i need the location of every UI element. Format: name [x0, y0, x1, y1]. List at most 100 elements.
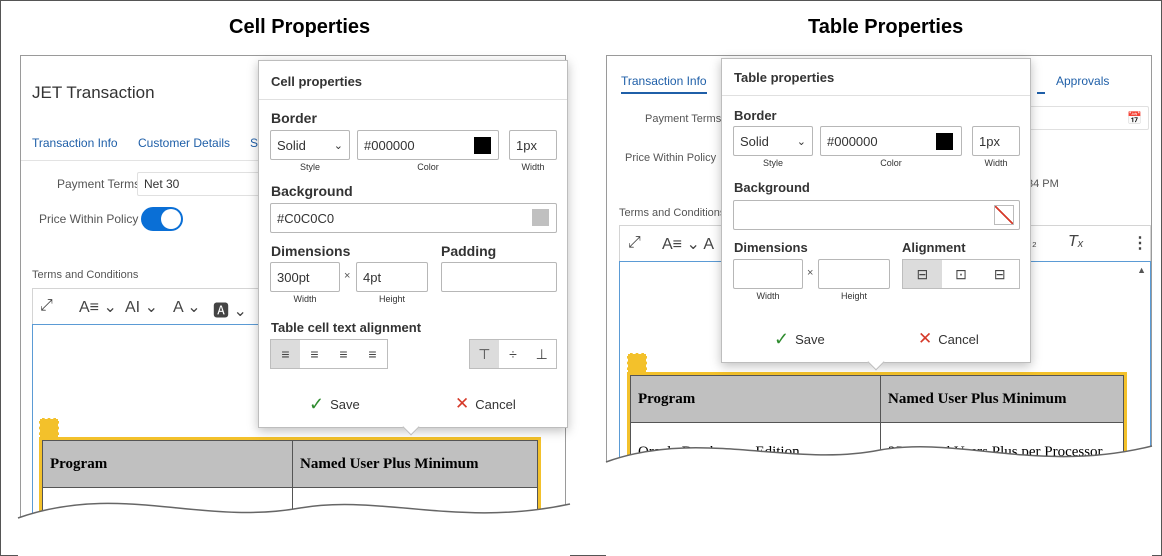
align-middle-icon[interactable]: ÷ — [499, 340, 528, 368]
align-right-icon[interactable]: ≡ — [329, 340, 358, 368]
heading-cell-properties: Cell Properties — [229, 16, 371, 38]
table-resize-handle[interactable] — [627, 353, 647, 373]
align-bottom-icon[interactable]: ⊥ — [527, 340, 556, 368]
date-field[interactable]: 📅 — [1017, 106, 1149, 130]
save-button[interactable]: ✓ Save — [774, 329, 825, 350]
background-label: Background — [734, 180, 810, 195]
border-style-select[interactable]: Solid ⌄ — [733, 126, 813, 156]
border-width-input[interactable]: 1px — [972, 126, 1020, 156]
font-family-icon[interactable]: AI ⌄ — [125, 297, 158, 317]
dim-width-caption: Width — [293, 294, 317, 304]
border-width-input[interactable]: 1px — [509, 130, 557, 160]
close-icon: ✕ — [918, 329, 933, 348]
chevron-down-icon: ⌄ — [796, 135, 806, 148]
dim-height-caption: Height — [378, 294, 405, 304]
vertical-align-group: ⊤ ÷ ⊥ — [469, 339, 557, 369]
align-top-icon[interactable]: ⊤ — [470, 340, 499, 368]
toggle-knob — [161, 209, 181, 229]
cancel-button[interactable]: ✕ Cancel — [455, 394, 516, 414]
chevron-down-icon: ⌄ — [333, 139, 343, 152]
highlight-color-icon[interactable]: 🅰 ⌄ — [213, 297, 247, 321]
left-torn-edge — [17, 502, 571, 556]
color-caption: Color — [417, 162, 439, 172]
horizontal-align-group: ≡ ≡ ≡ ≡ — [270, 339, 388, 369]
payment-terms-field[interactable]: Net 30 — [137, 172, 267, 196]
time-fragment: 34 PM — [1027, 178, 1059, 190]
dimension-width-input[interactable]: 300pt — [270, 262, 340, 292]
popup-title: Table properties — [734, 70, 835, 85]
price-within-policy-label: Price Within Policy — [39, 212, 139, 226]
dimensions-label: Dimensions — [734, 240, 808, 255]
align-justify-icon[interactable]: ≡ — [358, 340, 387, 368]
expand-icon[interactable]: ⤢ — [40, 297, 53, 315]
table-header-nup[interactable]: Named User Plus Minimum — [880, 375, 1124, 423]
dim-height-caption: Height — [840, 291, 867, 301]
border-color-swatch[interactable] — [474, 137, 491, 154]
dimension-height-input[interactable]: 4pt — [356, 262, 428, 292]
right-torn-edge — [605, 445, 1153, 556]
background-color-swatch[interactable] — [532, 209, 549, 226]
color-caption: Color — [880, 158, 902, 168]
expand-icon[interactable]: ⤢ — [628, 234, 641, 252]
table-header-program[interactable]: Program — [630, 375, 881, 423]
table-properties-popup: Table properties Border Solid ⌄ Style #0… — [721, 58, 1031, 371]
times-sign: × — [344, 270, 351, 282]
check-icon: ✓ — [309, 394, 325, 414]
save-label: Save — [795, 332, 825, 347]
dim-width-caption: Width — [756, 291, 780, 301]
background-color-input[interactable] — [733, 200, 1020, 230]
table-alignment-group: ⊟ ⊡ ⊟ — [902, 259, 1020, 289]
more-options-icon[interactable]: ⋮ — [1132, 233, 1148, 253]
price-within-policy-label: Price Within Policy — [625, 152, 717, 164]
payment-terms-label: Payment Terms — [645, 113, 722, 125]
tab-approvals[interactable]: Approvals — [1056, 74, 1109, 88]
border-style-select[interactable]: Solid ⌄ — [270, 130, 350, 160]
no-color-swatch-icon[interactable] — [994, 205, 1014, 225]
background-label: Background — [271, 183, 353, 199]
cancel-button[interactable]: ✕ Cancel — [918, 329, 979, 349]
clear-format-icon[interactable]: Tₓ — [1068, 233, 1084, 251]
price-within-policy-toggle[interactable] — [141, 207, 183, 231]
tab-transaction-info[interactable]: Transaction Info — [32, 136, 118, 150]
width-caption: Width — [521, 162, 545, 172]
padding-input[interactable] — [441, 262, 557, 292]
table-header-nup[interactable]: Named User Plus Minimum — [292, 440, 538, 488]
tab-customer-details[interactable]: Customer Details — [138, 136, 230, 150]
border-style-value: Solid — [277, 137, 306, 153]
calendar-icon[interactable]: 📅 — [1127, 111, 1142, 125]
border-label: Border — [271, 110, 317, 126]
font-color-icon[interactable]: A ⌄ — [173, 297, 201, 317]
font-size-icon[interactable]: A≡ ⌄ — [79, 297, 117, 317]
alignment-label: Alignment — [902, 240, 966, 255]
popup-title-divider — [259, 99, 567, 100]
align-center-icon[interactable]: ⊡ — [942, 260, 981, 288]
dimension-height-input[interactable] — [818, 259, 890, 289]
border-label: Border — [734, 108, 777, 123]
align-right-icon[interactable]: ⊟ — [980, 260, 1019, 288]
close-icon: ✕ — [455, 394, 470, 413]
payment-terms-label: Payment Terms — [57, 177, 141, 191]
tab-truncated[interactable]: S — [250, 136, 258, 150]
background-color-input[interactable]: #C0C0C0 — [270, 203, 557, 233]
terms-label: Terms and Conditions — [32, 269, 139, 281]
scroll-up-icon[interactable]: ▲ — [1137, 265, 1146, 275]
align-left-icon[interactable]: ≡ — [271, 340, 300, 368]
times-sign: × — [807, 267, 814, 279]
cancel-label: Cancel — [938, 331, 979, 347]
align-center-icon[interactable]: ≡ — [300, 340, 329, 368]
tab-transaction-info[interactable]: Transaction Info — [621, 74, 707, 88]
save-label: Save — [330, 397, 360, 412]
cancel-label: Cancel — [475, 396, 516, 412]
dimension-width-input[interactable] — [733, 259, 803, 289]
width-caption: Width — [984, 158, 1008, 168]
table-resize-handle[interactable] — [39, 418, 59, 438]
align-left-icon[interactable]: ⊟ — [903, 260, 942, 288]
style-caption: Style — [762, 158, 783, 168]
font-size-icon[interactable]: A≡ ⌄ A — [662, 234, 714, 254]
save-button[interactable]: ✓ Save — [309, 394, 360, 415]
check-icon: ✓ — [774, 329, 790, 349]
subscript-icon[interactable]: ₂ — [1032, 235, 1037, 249]
table-header-program[interactable]: Program — [42, 440, 293, 488]
border-color-swatch[interactable] — [936, 133, 953, 150]
border-color-value: #000000 — [827, 133, 878, 149]
